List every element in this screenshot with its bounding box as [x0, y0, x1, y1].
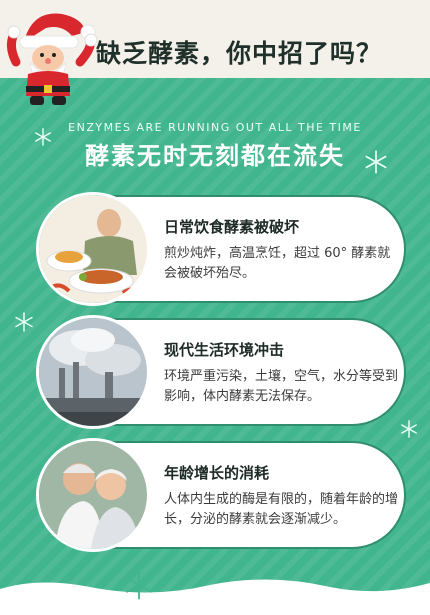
english-subtitle: ENZYMES ARE RUNNING OUT ALL THE TIME	[68, 121, 362, 134]
snowflake-icon	[126, 570, 152, 600]
snowflake-icon	[401, 420, 417, 438]
page-headline: 缺乏酵素，你中招了吗？	[96, 39, 383, 68]
card-text: 煎炒炖炸，高温烹饪，超过 60° 酵素就会被破坏殆尽。	[164, 246, 391, 281]
snowflake-icon	[15, 312, 33, 332]
card-text: 环境严重污染，土壤，空气，水分等受到影响，体内酵素无法保存。	[164, 369, 399, 404]
elderly-couple-photo	[36, 438, 150, 552]
snow-ground	[0, 579, 430, 615]
santa-claus-icon	[6, 13, 98, 105]
card-title: 现代生活环境冲击	[164, 341, 285, 359]
card-text: 人体内生成的酶是有限的，随着年龄的增长，分泌的酵素就会逐渐减少。	[164, 492, 399, 527]
card-title: 年龄增长的消耗	[164, 464, 270, 482]
food-photo	[36, 192, 150, 306]
card-title: 日常饮食酵素被破坏	[164, 218, 300, 236]
factory-smokestack-photo	[36, 315, 150, 429]
snowflake-icon	[365, 150, 387, 174]
snowflake-icon	[35, 128, 51, 146]
